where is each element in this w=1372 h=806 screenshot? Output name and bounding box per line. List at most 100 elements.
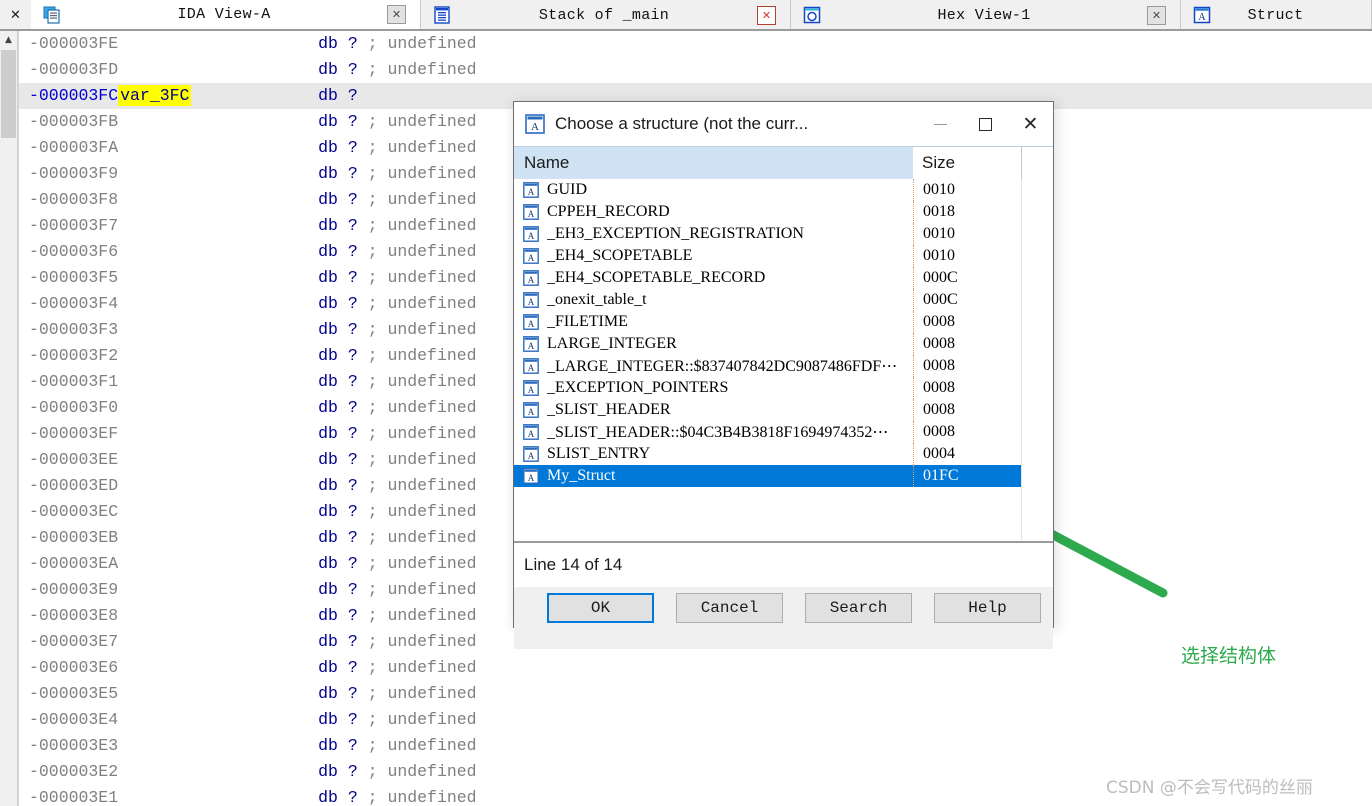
structure-list-item[interactable]: A CPPEH_RECORD 0018	[514, 201, 1053, 223]
cancel-button[interactable]: Cancel	[676, 593, 783, 623]
tab-close-icon[interactable]: ✕	[757, 5, 776, 25]
structure-list-item[interactable]: A _EH4_SCOPETABLE 0010	[514, 245, 1053, 267]
listing-mnemonic: db ?	[318, 788, 358, 806]
listing-varname[interactable]	[118, 109, 318, 135]
tab-hex-view-1[interactable]: Hex View-1 ✕	[791, 0, 1181, 30]
close-button[interactable]: ✕	[1008, 102, 1053, 146]
listing-varname[interactable]	[118, 187, 318, 213]
listing-comment: ; undefined	[357, 164, 477, 183]
tab-label: Stack of _main	[538, 6, 670, 24]
listing-mnemonic: db ?	[318, 216, 358, 235]
listing-varname[interactable]	[118, 785, 318, 806]
listing-comment: ; undefined	[357, 294, 477, 313]
listing-mnemonic: db ?	[318, 424, 358, 443]
listing-address: -000003F0	[29, 398, 119, 417]
listing-varname[interactable]	[118, 577, 318, 603]
tab-struct[interactable]: A Struct	[1181, 0, 1372, 30]
listing-varname[interactable]	[118, 629, 318, 655]
help-button[interactable]: Help	[934, 593, 1041, 623]
structure-list-item[interactable]: A _SLIST_HEADER::$04C3B4B3818F1694974352⋯…	[514, 421, 1053, 443]
window-close-button[interactable]: ✕	[0, 0, 32, 30]
listing-row[interactable]: -000003E3 db ? ; undefined	[19, 733, 1372, 759]
column-header-name[interactable]: Name	[514, 153, 913, 173]
structure-list-item[interactable]: A GUID 0010	[514, 179, 1053, 201]
listing-varname[interactable]	[118, 525, 318, 551]
structure-list-item[interactable]: A _FILETIME 0008	[514, 311, 1053, 333]
listing-varname[interactable]	[118, 707, 318, 733]
listing-row[interactable]: -000003FE db ? ; undefined	[19, 31, 1372, 57]
listing-comment: ; undefined	[357, 268, 477, 287]
structure-name: GUID	[547, 181, 587, 198]
listing-varname[interactable]	[118, 551, 318, 577]
listing-row[interactable]: -000003E6 db ? ; undefined	[19, 655, 1372, 681]
listing-varname[interactable]	[118, 239, 318, 265]
dialog-title-bar[interactable]: A Choose a structure (not the curr... ✕	[514, 102, 1053, 146]
structure-size: 0008	[923, 379, 955, 396]
tab-close-icon[interactable]: ✕	[387, 5, 406, 24]
listing-varname[interactable]	[118, 369, 318, 395]
listing-mnemonic: db ?	[318, 294, 358, 313]
listing-mnemonic: db ?	[318, 86, 358, 105]
app-root: ✕ IDA View-A ✕ Stack of _main ✕ Hex View-1 ✕ A…	[0, 0, 1372, 806]
listing-varname[interactable]	[118, 655, 318, 681]
structure-list-item[interactable]: A _LARGE_INTEGER::$837407842DC9087486FDF⋯…	[514, 355, 1053, 377]
listing-varname[interactable]	[118, 213, 318, 239]
ok-button[interactable]: OK	[547, 593, 654, 623]
listing-varname[interactable]	[118, 343, 318, 369]
listing-mnemonic: db ?	[318, 398, 358, 417]
listing-varname[interactable]	[118, 499, 318, 525]
listing-mnemonic: db ?	[318, 268, 358, 287]
structure-list[interactable]: A GUID 0010 A CPPEH_RECORD 0018 A _EH3_EXCEPTIO…	[514, 179, 1053, 542]
structure-size: 000C	[923, 291, 958, 308]
listing-row[interactable]: -000003FD db ? ; undefined	[19, 57, 1372, 83]
listing-varname[interactable]	[118, 395, 318, 421]
structure-list-item[interactable]: A _EH4_SCOPETABLE_RECORD 000C	[514, 267, 1053, 289]
listing-varname[interactable]	[118, 733, 318, 759]
listing-row[interactable]: -000003E4 db ? ; undefined	[19, 707, 1372, 733]
listing-varname[interactable]	[118, 681, 318, 707]
listing-varname[interactable]	[118, 447, 318, 473]
tab-stack-of-main[interactable]: Stack of _main ✕	[421, 0, 791, 30]
listing-varname[interactable]	[118, 317, 318, 343]
listing-varname[interactable]	[118, 161, 318, 187]
listing-comment: ; undefined	[357, 60, 477, 79]
structure-list-item[interactable]: A LARGE_INTEGER 0008	[514, 333, 1053, 355]
listing-comment: ; undefined	[357, 372, 477, 391]
maximize-button[interactable]	[963, 102, 1008, 146]
listing-varname[interactable]	[118, 135, 318, 161]
listing-varname[interactable]	[118, 759, 318, 785]
structure-list-item[interactable]: A My_Struct 01FC	[514, 465, 1053, 487]
listing-varname[interactable]	[118, 603, 318, 629]
listing-varname[interactable]: var_3FC	[118, 83, 318, 109]
minimize-button[interactable]	[918, 102, 963, 146]
listing-comment: ; undefined	[357, 528, 477, 547]
structure-list-item[interactable]: A _EH3_EXCEPTION_REGISTRATION 0010	[514, 223, 1053, 245]
listing-scrollbar[interactable]: ▲	[0, 31, 18, 806]
listing-varname[interactable]	[118, 473, 318, 499]
listing-varname[interactable]	[118, 57, 318, 83]
structure-list-item[interactable]: A _onexit_table_t 000C	[514, 289, 1053, 311]
column-divider	[913, 289, 915, 311]
struct-icon: A	[523, 446, 539, 462]
structure-list-item[interactable]: A _SLIST_HEADER 0008	[514, 399, 1053, 421]
scroll-up-icon[interactable]: ▲	[0, 31, 17, 49]
scrollbar-thumb[interactable]	[1, 50, 16, 138]
listing-row[interactable]: -000003E5 db ? ; undefined	[19, 681, 1372, 707]
highlighted-variable[interactable]: var_3FC	[118, 85, 192, 106]
search-button[interactable]: Search	[805, 593, 912, 623]
structure-size: 0008	[923, 357, 955, 374]
tab-ida-view-a[interactable]: IDA View-A ✕	[31, 0, 421, 30]
column-header-size[interactable]: Size	[913, 147, 1021, 179]
structure-list-item[interactable]: A _EXCEPTION_POINTERS 0008	[514, 377, 1053, 399]
listing-varname[interactable]	[118, 31, 318, 57]
structure-list-item[interactable]: A SLIST_ENTRY 0004	[514, 443, 1053, 465]
tab-close-icon[interactable]: ✕	[1147, 5, 1166, 25]
listing-address: -000003F8	[29, 190, 119, 209]
listing-varname[interactable]	[118, 291, 318, 317]
structure-name: _SLIST_HEADER	[547, 401, 671, 418]
column-divider	[913, 465, 915, 487]
listing-mnemonic: db ?	[318, 710, 358, 729]
listing-varname[interactable]	[118, 421, 318, 447]
listing-varname[interactable]	[118, 265, 318, 291]
column-divider	[913, 443, 915, 465]
